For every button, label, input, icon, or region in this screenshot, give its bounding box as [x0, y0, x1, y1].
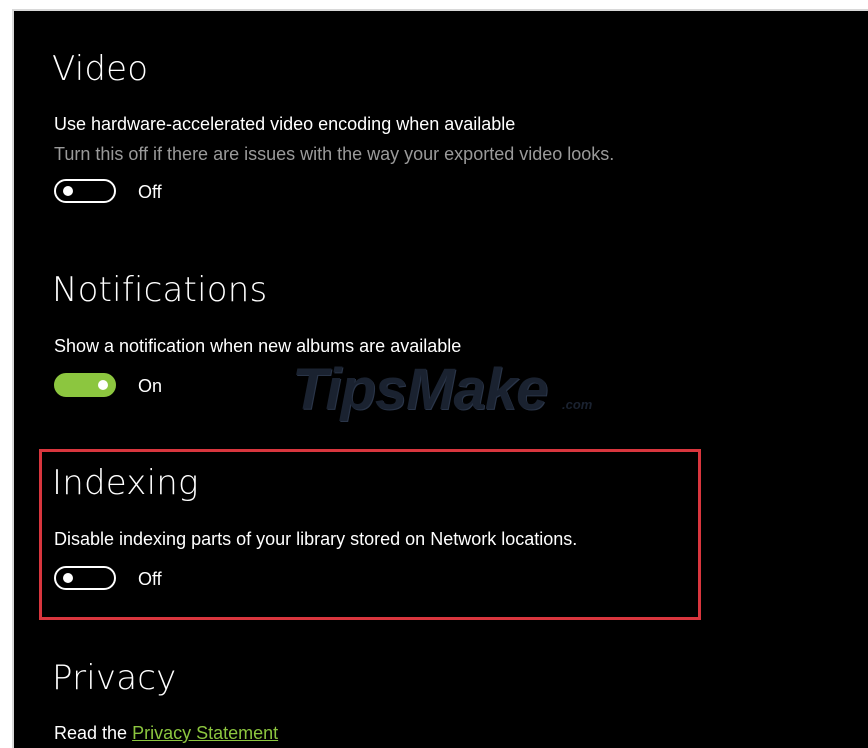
privacy-prefix-text: Read the [54, 723, 128, 743]
watermark-logo: TipsMake [292, 357, 548, 422]
watermark-suffix: .com [562, 397, 593, 412]
network-indexing-toggle[interactable] [54, 566, 116, 590]
toggle-knob [63, 186, 73, 196]
notifications-heading: Notifications [52, 270, 268, 310]
new-albums-notification-state: On [138, 376, 163, 396]
network-indexing-label: Disable indexing parts of your library s… [54, 529, 578, 549]
video-encoding-state: Off [138, 182, 162, 202]
network-indexing-state: Off [138, 569, 162, 589]
toggle-knob [63, 573, 73, 583]
new-albums-notification-label: Show a notification when new albums are … [54, 336, 462, 356]
settings-panel: Video Use hardware-accelerated video enc… [12, 9, 868, 748]
indexing-heading: Indexing [52, 463, 199, 503]
toggle-knob [98, 380, 108, 390]
video-encoding-toggle[interactable] [54, 179, 116, 203]
video-encoding-description: Turn this off if there are issues with t… [54, 144, 615, 164]
privacy-line: Read the Privacy Statement [54, 723, 278, 744]
video-encoding-label: Use hardware-accelerated video encoding … [54, 114, 516, 134]
video-heading: Video [52, 49, 149, 89]
new-albums-notification-toggle[interactable] [54, 373, 116, 397]
privacy-heading: Privacy [52, 658, 177, 698]
privacy-statement-link[interactable]: Privacy Statement [132, 723, 278, 743]
